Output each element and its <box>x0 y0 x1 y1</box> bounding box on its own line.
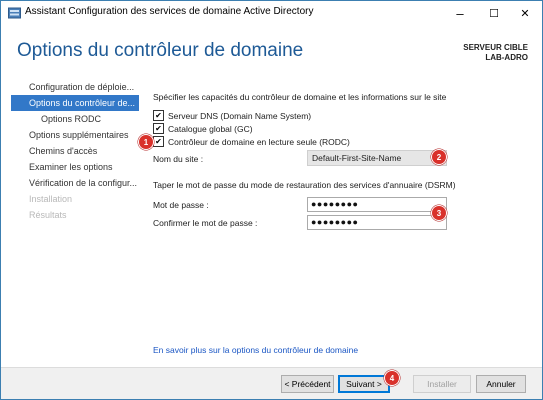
nav-item-dc-options[interactable]: Options du contrôleur de... <box>11 95 139 111</box>
nav-item-review-options[interactable]: Examiner les options <box>1 159 139 175</box>
site-name-dropdown[interactable]: Default-First-Site-Name <box>307 150 447 166</box>
page-title: Options du contrôleur de domaine <box>17 40 304 61</box>
checkbox-check-icon: ✔ <box>153 110 164 121</box>
maximize-button[interactable]: ☐ <box>477 1 511 25</box>
confirm-password-label: Confirmer le mot de passe : <box>153 218 258 228</box>
nav-item-installation: Installation <box>29 194 73 204</box>
cancel-button[interactable]: Annuler <box>476 375 526 393</box>
target-server: SERVEUR CIBLE LAB-ADRO <box>463 43 528 63</box>
annotation-badge-4: 4 <box>384 370 400 386</box>
capabilities-description: Spécifier les capacités du contrôleur de… <box>153 92 447 102</box>
wizard-footer: < Précédent Suivant > Installer Annuler <box>1 367 542 399</box>
next-button[interactable]: Suivant > <box>338 375 390 393</box>
target-server-name: LAB-ADRO <box>485 53 528 62</box>
confirm-password-field[interactable]: ●●●●●●●● <box>307 215 447 230</box>
annotation-badge-3: 3 <box>431 205 447 221</box>
dsrm-description: Taper le mot de passe du mode de restaur… <box>153 180 456 190</box>
wizard-navigation: Configuration de déploie... Options du c… <box>1 79 139 223</box>
minimize-button[interactable]: – <box>443 1 477 25</box>
previous-button[interactable]: < Précédent <box>281 375 334 393</box>
password-label: Mot de passe : <box>153 200 209 210</box>
dns-server-checkbox[interactable]: ✔ Serveur DNS (Domain Name System) <box>153 110 311 121</box>
password-field[interactable]: ●●●●●●●● <box>307 197 447 212</box>
global-catalog-label: Catalogue global (GC) <box>168 123 253 134</box>
nav-item-additional-options[interactable]: Options supplémentaires <box>1 127 139 143</box>
annotation-badge-2: 2 <box>431 149 447 165</box>
nav-item-deployment-configuration[interactable]: Configuration de déploie... <box>1 79 139 95</box>
site-name-label: Nom du site : <box>153 154 204 164</box>
wizard-header: Options du contrôleur de domaine SERVEUR… <box>1 25 542 73</box>
nav-item-prerequisites-check[interactable]: Vérification de la configur... <box>1 175 139 191</box>
site-name-value: Default-First-Site-Name <box>312 153 402 163</box>
rodc-label: Contrôleur de domaine en lecture seule (… <box>168 136 350 147</box>
title-bar: Assistant Configuration des services de … <box>1 1 542 25</box>
nav-item-paths[interactable]: Chemins d'accès <box>1 143 139 159</box>
install-button: Installer <box>413 375 471 393</box>
wizard-window: Assistant Configuration des services de … <box>0 0 543 400</box>
window-title: Assistant Configuration des services de … <box>25 6 314 17</box>
target-server-label: SERVEUR CIBLE <box>463 43 528 52</box>
close-button[interactable]: ✕ <box>508 1 542 25</box>
checkbox-check-icon: ✔ <box>153 136 164 147</box>
annotation-badge-1: 1 <box>138 134 154 150</box>
learn-more-link[interactable]: En savoir plus sur la options du contrôl… <box>153 345 358 355</box>
server-manager-icon <box>8 7 21 19</box>
global-catalog-checkbox[interactable]: ✔ Catalogue global (GC) <box>153 123 253 134</box>
dns-server-label: Serveur DNS (Domain Name System) <box>168 110 312 121</box>
nav-item-results: Résultats <box>29 210 67 220</box>
nav-item-rodc-options[interactable]: Options RODC <box>1 111 139 127</box>
rodc-checkbox[interactable]: ✔ Contrôleur de domaine en lecture seule… <box>153 136 350 147</box>
checkbox-check-icon: ✔ <box>153 123 164 134</box>
